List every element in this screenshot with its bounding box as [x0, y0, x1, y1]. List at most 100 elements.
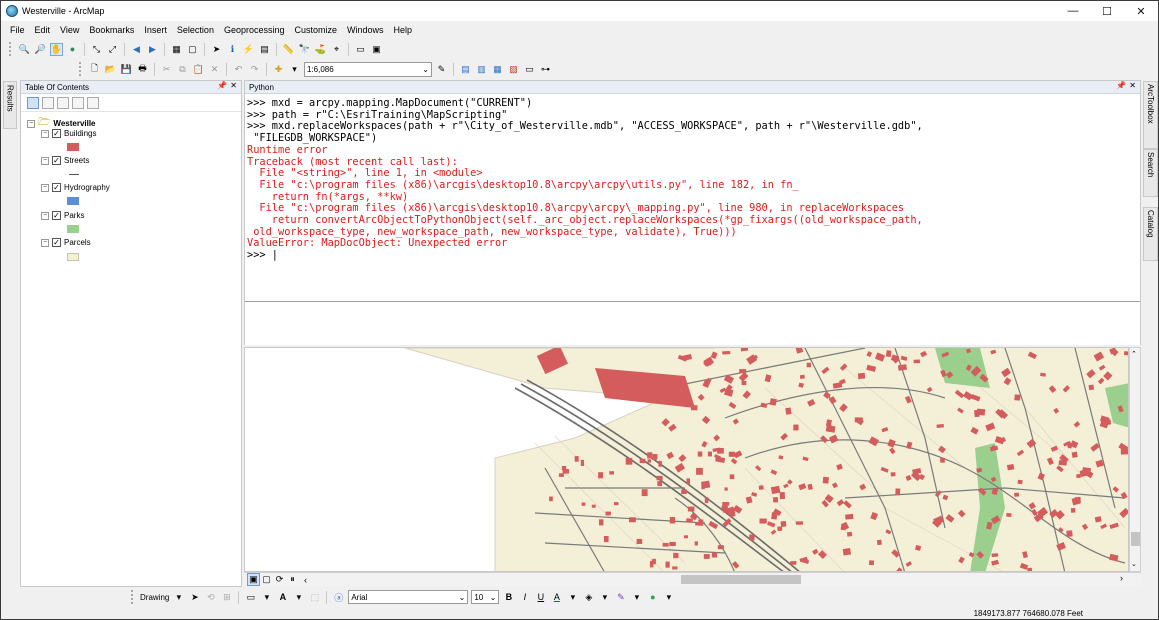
undo-icon[interactable]: ↶	[232, 63, 245, 76]
font-size-select[interactable]: 10 ⌄	[471, 590, 500, 604]
menu-bookmarks[interactable]: Bookmarks	[84, 25, 139, 35]
fixed-zoom-out-icon[interactable]: ⤢	[106, 43, 119, 56]
arctoolbox-tab[interactable]: ArcToolbox	[1143, 81, 1158, 149]
zoom-to-elements-icon[interactable]: ⊞	[220, 591, 233, 604]
layer-streets[interactable]: − ✓ Streets	[41, 156, 89, 165]
zoom-in-icon[interactable]: 🔍	[18, 43, 31, 56]
parcels-symbol[interactable]	[67, 253, 79, 261]
map-view[interactable]	[244, 347, 1129, 572]
cut-icon[interactable]: ✂	[160, 63, 173, 76]
rectangle-icon[interactable]: ▭	[244, 591, 257, 604]
close-icon[interactable]: ✕	[1129, 81, 1136, 90]
scrollbar-thumb[interactable]	[681, 575, 801, 584]
drawing-menu-dropdown-icon[interactable]: ▾	[172, 591, 185, 604]
marker-color-icon[interactable]: ●	[646, 591, 659, 604]
python-window-icon[interactable]: ▭	[523, 63, 536, 76]
copy-icon[interactable]: ⧉	[176, 63, 189, 76]
measure-icon[interactable]: 📏	[282, 43, 295, 56]
back-extent-icon[interactable]: ◀	[130, 43, 143, 56]
search-tab[interactable]: Search	[1143, 149, 1158, 197]
clear-selection-icon[interactable]: ▢	[186, 43, 199, 56]
font-icon[interactable]: ⓐ	[332, 591, 345, 604]
list-by-visibility-icon[interactable]	[57, 96, 69, 109]
pin-icon[interactable]: 📌	[1116, 81, 1126, 90]
options-icon[interactable]	[87, 96, 99, 109]
paste-icon[interactable]: 📋	[192, 63, 205, 76]
line-color-icon[interactable]: ✎	[614, 591, 627, 604]
map-canvas[interactable]	[245, 348, 1129, 572]
save-icon[interactable]: 💾	[120, 63, 133, 76]
collapse-icon[interactable]: −	[41, 129, 49, 138]
streets-symbol[interactable]	[69, 174, 79, 175]
scrollbar-thumb[interactable]	[1131, 532, 1140, 546]
find-route-icon[interactable]: ⛳	[314, 43, 327, 56]
pin-icon[interactable]: 📌	[217, 81, 227, 90]
catalog-window-icon[interactable]: ▥	[475, 63, 488, 76]
menu-selection[interactable]: Selection	[172, 25, 219, 35]
line-color-dropdown-icon[interactable]: ▾	[630, 591, 643, 604]
redo-icon[interactable]: ↷	[248, 63, 261, 76]
layer-parks[interactable]: − ✓ Parks	[41, 211, 84, 220]
collapse-icon[interactable]: −	[41, 211, 49, 220]
fill-color-dropdown-icon[interactable]: ▾	[598, 591, 611, 604]
pan-icon[interactable]: ✋	[50, 42, 63, 56]
python-help-pane[interactable]	[245, 301, 1140, 345]
print-icon[interactable]: 🖶	[136, 63, 149, 76]
add-data-icon[interactable]: ✚	[272, 63, 285, 76]
scroll-left-icon[interactable]: ‹	[299, 573, 312, 586]
italic-icon[interactable]: I	[518, 591, 531, 604]
layer-visibility-checkbox[interactable]: ✓	[52, 211, 61, 220]
menu-help[interactable]: Help	[389, 25, 418, 35]
collapse-icon[interactable]: −	[41, 238, 49, 247]
menu-edit[interactable]: Edit	[30, 25, 56, 35]
menu-file[interactable]: File	[5, 25, 30, 35]
layer-buildings[interactable]: − ✓ Buildings	[41, 129, 96, 138]
text-icon[interactable]: A	[276, 591, 289, 604]
select-elements-icon[interactable]: ➤	[210, 43, 223, 56]
layer-visibility-checkbox[interactable]: ✓	[52, 156, 61, 165]
font-color-icon[interactable]: A	[550, 591, 563, 604]
list-by-drawing-order-icon[interactable]	[27, 96, 39, 109]
new-document-icon[interactable]: 🗋	[88, 63, 101, 76]
find-icon[interactable]: 🔭	[298, 43, 311, 56]
catalog-tab[interactable]: Catalog	[1143, 207, 1158, 261]
parks-symbol[interactable]	[67, 225, 79, 233]
rotate-icon[interactable]: ⟲	[204, 591, 217, 604]
time-slider-icon[interactable]: ▭	[354, 43, 367, 56]
menu-windows[interactable]: Windows	[342, 25, 389, 35]
editor-toolbar-icon[interactable]: ✎	[435, 63, 448, 76]
menu-geoprocessing[interactable]: Geoprocessing	[219, 25, 290, 35]
hyperlink-icon[interactable]: ⚡	[242, 43, 255, 56]
bold-icon[interactable]: B	[502, 591, 515, 604]
identify-icon[interactable]: ℹ	[226, 43, 239, 56]
menu-customize[interactable]: Customize	[290, 25, 343, 35]
search-window-icon[interactable]: ▦	[491, 63, 504, 76]
rectangle-dropdown-icon[interactable]: ▾	[260, 591, 273, 604]
layer-parcels[interactable]: − ✓ Parcels	[41, 238, 91, 247]
layer-visibility-checkbox[interactable]: ✓	[52, 129, 61, 138]
select-features-icon[interactable]: ▦	[170, 43, 183, 56]
font-family-select[interactable]: Arial ⌄	[348, 590, 469, 604]
layout-view-icon[interactable]: ▢	[260, 573, 273, 586]
html-popup-icon[interactable]: ▤	[258, 43, 271, 56]
layer-visibility-checkbox[interactable]: ✓	[52, 183, 61, 192]
scroll-up-icon[interactable]: ⌃	[1131, 350, 1137, 358]
forward-extent-icon[interactable]: ▶	[146, 43, 159, 56]
python-console-output[interactable]: >>> mxd = arcpy.mapping.MapDocument("CUR…	[245, 94, 1140, 300]
text-dropdown-icon[interactable]: ▾	[292, 591, 305, 604]
open-icon[interactable]: 📂	[104, 63, 117, 76]
table-of-contents-icon[interactable]: ▤	[459, 63, 472, 76]
go-to-xy-icon[interactable]: ⌖	[330, 43, 343, 56]
zoom-out-icon[interactable]: 🔎	[34, 43, 47, 56]
map-scale-input[interactable]: 1:6,086 ⌄	[304, 61, 432, 77]
list-by-source-icon[interactable]	[42, 96, 54, 109]
create-viewer-icon[interactable]: ▣	[370, 43, 383, 56]
close-button[interactable]: ✕	[1124, 1, 1158, 21]
font-color-dropdown-icon[interactable]: ▾	[566, 591, 579, 604]
marker-color-dropdown-icon[interactable]: ▾	[662, 591, 675, 604]
pause-drawing-icon[interactable]: ⏸	[286, 573, 299, 586]
toolbar-grip[interactable]	[79, 62, 82, 76]
arctoolbox-icon[interactable]: ▧	[507, 63, 520, 76]
toolbar-grip[interactable]	[9, 42, 12, 56]
menu-view[interactable]: View	[55, 25, 84, 35]
